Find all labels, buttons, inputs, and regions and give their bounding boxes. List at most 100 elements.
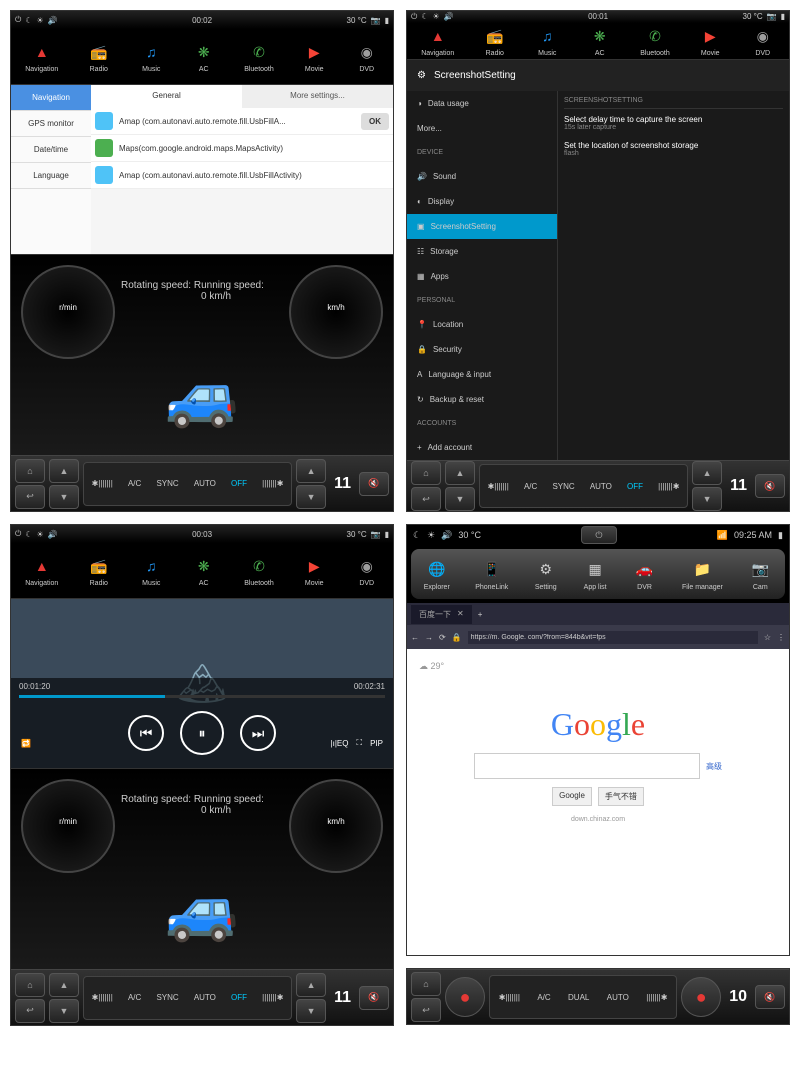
brightness-icon[interactable]: ☀ — [37, 16, 44, 25]
nav-back-button[interactable]: ← — [411, 633, 419, 642]
temp-down-button[interactable]: ▼ — [692, 487, 722, 511]
camera-icon[interactable]: 📷 — [371, 16, 381, 25]
app-filemanager[interactable]: 📁File manager — [682, 558, 723, 591]
mute-button[interactable]: 🔇 — [755, 474, 785, 498]
moon-icon[interactable]: ☾ — [25, 530, 32, 539]
temp-up-button[interactable]: ▲ — [296, 973, 326, 997]
ok-button[interactable]: OK — [361, 113, 389, 130]
auto-button[interactable]: AUTO — [590, 482, 612, 491]
close-tab-icon[interactable]: ✕ — [457, 609, 464, 620]
back-button[interactable]: ↩ — [15, 485, 45, 509]
app-movie[interactable]: ▶Movie — [302, 40, 326, 73]
temp-up-button[interactable]: ▲ — [296, 459, 326, 483]
setting-screenshot[interactable]: ▣ScreenshotSetting — [407, 214, 557, 239]
app-dvd[interactable]: ◉DVD — [355, 40, 379, 73]
sidebar-item-datetime[interactable]: Date/time — [11, 137, 91, 163]
mute-button[interactable]: 🔇 — [359, 986, 389, 1010]
app-navigation[interactable]: ▲Navigation — [25, 40, 58, 73]
app-ac[interactable]: ❋AC — [192, 40, 216, 73]
fan-icon[interactable]: ✱||||||| — [92, 479, 113, 488]
prev-button[interactable]: ⏮ — [128, 715, 164, 751]
new-tab-button[interactable]: + — [478, 610, 483, 619]
fan-icon[interactable]: ✱||||||| — [92, 993, 113, 1002]
app-setting[interactable]: ⚙Setting — [534, 558, 558, 591]
up-button[interactable]: ▲ — [49, 973, 79, 997]
fan-icon[interactable]: |||||||✱ — [646, 993, 667, 1002]
ac-button[interactable]: A/C — [524, 482, 537, 491]
app-dvd[interactable]: ◉DVD — [751, 24, 775, 57]
brightness-icon[interactable]: ☀ — [37, 530, 44, 539]
app-navigation[interactable]: ▲Navigation — [421, 24, 454, 57]
sync-button[interactable]: SYNC — [156, 479, 178, 488]
down-button[interactable]: ▼ — [49, 999, 79, 1023]
volume-icon[interactable]: 🔊 — [441, 530, 452, 541]
power-button[interactable]: ⏻ — [581, 526, 617, 544]
back-button[interactable]: ↩ — [411, 487, 441, 511]
lucky-button[interactable]: 手气不错 — [598, 787, 644, 806]
setting-location[interactable]: 📍Location — [407, 312, 557, 337]
app-ac[interactable]: ❋AC — [588, 24, 612, 57]
search-input[interactable] — [474, 753, 700, 779]
setting-language[interactable]: ALanguage & input — [407, 362, 557, 387]
mute-button[interactable]: 🔇 — [359, 472, 389, 496]
camera-icon[interactable]: 📷 — [371, 530, 381, 539]
fullscreen-button[interactable]: ⛶ — [356, 738, 362, 748]
app-explorer[interactable]: 🌐Explorer — [424, 558, 450, 591]
setting-add-account[interactable]: +Add account — [407, 435, 557, 460]
volume-icon[interactable]: 🔊 — [48, 530, 58, 539]
up-button[interactable]: ▲ — [49, 459, 79, 483]
eq-button[interactable]: |ı|EQ — [331, 739, 349, 748]
app-phonelink[interactable]: 📱PhoneLink — [475, 558, 508, 591]
address-input[interactable] — [468, 631, 758, 644]
next-button[interactable]: ⏭ — [240, 715, 276, 751]
ac-button[interactable]: A/C — [128, 479, 141, 488]
app-ac[interactable]: ❋AC — [192, 554, 216, 587]
off-button[interactable]: OFF — [231, 479, 247, 488]
search-button[interactable]: Google — [552, 787, 592, 806]
back-button[interactable]: ↩ — [15, 999, 45, 1023]
temp-dial-right[interactable]: ● — [681, 977, 721, 1017]
volume-icon[interactable]: 🔊 — [48, 16, 58, 25]
tab-more-settings[interactable]: More settings... — [242, 85, 393, 108]
setting-more[interactable]: More... — [407, 116, 557, 141]
app-dvd[interactable]: ◉DVD — [355, 554, 379, 587]
fan-icon[interactable]: ✱||||||| — [488, 482, 509, 491]
brightness-icon[interactable]: ☀ — [427, 530, 435, 541]
home-button[interactable]: ⌂ — [15, 973, 45, 997]
app-movie[interactable]: ▶Movie — [302, 554, 326, 587]
auto-button[interactable]: AUTO — [607, 993, 629, 1002]
ac-button[interactable]: A/C — [537, 993, 550, 1002]
brightness-icon[interactable]: ☀ — [433, 12, 440, 21]
down-button[interactable]: ▼ — [49, 485, 79, 509]
setting-storage-location[interactable]: Set the location of screenshot storagefl… — [564, 141, 783, 157]
browser-tab[interactable]: 百度一下✕ — [411, 605, 472, 624]
nav-forward-button[interactable]: → — [425, 633, 433, 642]
app-radio[interactable]: 📻Radio — [87, 554, 111, 587]
tab-general[interactable]: General — [91, 85, 242, 108]
app-bluetooth[interactable]: ✆Bluetooth — [244, 40, 274, 73]
setting-security[interactable]: 🔒Security — [407, 337, 557, 362]
advanced-link[interactable]: 高级 — [706, 761, 722, 772]
video-viewport[interactable]: 🏔 00:01:2000:02:31 ⏮ ⏸ ⏭ 🔁 |ı|EQ ⛶ PIP — [11, 599, 393, 768]
sync-button[interactable]: SYNC — [552, 482, 574, 491]
home-button[interactable]: ⌂ — [411, 461, 441, 485]
moon-icon[interactable]: ☾ — [25, 16, 32, 25]
off-button[interactable]: OFF — [627, 482, 643, 491]
home-button[interactable]: ⌂ — [15, 459, 45, 483]
home-button[interactable]: ⌂ — [411, 972, 441, 996]
mute-button[interactable]: 🔇 — [755, 985, 785, 1009]
app-bluetooth[interactable]: ✆Bluetooth — [640, 24, 670, 57]
temp-dial-left[interactable]: ● — [445, 977, 485, 1017]
pip-button[interactable]: PIP — [370, 739, 383, 748]
menu-button[interactable]: ⋮ — [777, 633, 785, 642]
setting-delay-time[interactable]: Select delay time to capture the screen1… — [564, 115, 783, 131]
sidebar-item-language[interactable]: Language — [11, 163, 91, 189]
sidebar-item-gps[interactable]: GPS monitor — [11, 111, 91, 137]
setting-display[interactable]: ◐Display — [407, 189, 557, 214]
power-icon[interactable]: ⏻ — [15, 529, 21, 539]
power-icon[interactable]: ⏻ — [15, 15, 21, 25]
fan-icon[interactable]: |||||||✱ — [262, 993, 283, 1002]
setting-sound[interactable]: 🔊Sound — [407, 164, 557, 189]
pause-button[interactable]: ⏸ — [180, 711, 224, 755]
app-radio[interactable]: 📻Radio — [87, 40, 111, 73]
